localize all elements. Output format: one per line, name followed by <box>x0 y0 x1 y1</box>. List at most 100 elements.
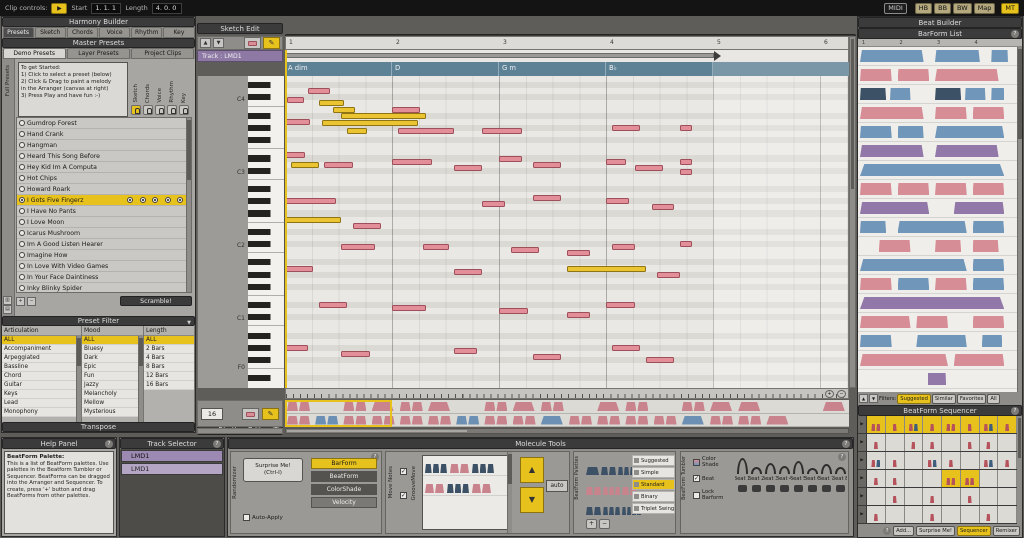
barform-row[interactable] <box>858 142 1022 161</box>
note[interactable] <box>657 272 680 278</box>
tab-voice[interactable]: Voice <box>99 27 130 38</box>
preset-radio[interactable] <box>19 131 25 137</box>
move-notes-checkbox[interactable]: ✓ <box>400 492 407 499</box>
sequencer-cell[interactable] <box>980 434 999 451</box>
note[interactable] <box>680 241 692 247</box>
sequencer-cell[interactable] <box>942 506 961 523</box>
groove-item[interactable] <box>423 456 511 476</box>
barform-shape[interactable] <box>860 297 1004 309</box>
preset-radio[interactable] <box>19 252 25 258</box>
beatform-group[interactable] <box>766 416 788 425</box>
barform-shape[interactable] <box>860 183 892 195</box>
note[interactable] <box>341 351 369 357</box>
barform-shape[interactable] <box>860 221 886 233</box>
preset-row[interactable]: Howard Roark <box>17 184 191 195</box>
beatform-group[interactable] <box>456 416 479 425</box>
beat-curve[interactable] <box>793 461 804 474</box>
lock-icon[interactable] <box>155 105 165 115</box>
beatform-group[interactable] <box>541 402 564 411</box>
sequencer-cell[interactable] <box>961 416 980 433</box>
barform-shape[interactable] <box>860 259 967 271</box>
note[interactable] <box>646 357 674 363</box>
sequencer-cell[interactable] <box>923 470 942 487</box>
preset-column-radio[interactable] <box>165 197 171 203</box>
preset-row[interactable]: I Gots Five Fingerz <box>17 195 191 206</box>
beat-curve[interactable] <box>835 467 846 474</box>
sequencer-cell[interactable] <box>961 434 980 451</box>
sequencer-cell[interactable] <box>980 470 999 487</box>
note[interactable] <box>567 250 590 256</box>
palette-suggested[interactable]: Suggested <box>632 455 675 466</box>
move-down-button[interactable]: ▼ <box>520 487 544 513</box>
barform-shape[interactable] <box>860 316 911 328</box>
zoom-in-icon[interactable]: + <box>825 390 834 398</box>
tab-rhythm[interactable]: Rhythm <box>131 27 162 38</box>
sequencer-cell[interactable] <box>886 452 905 469</box>
sequencer-cell[interactable] <box>942 416 961 433</box>
barform-row[interactable] <box>858 370 1022 389</box>
track-row[interactable]: LMD1 <box>121 463 223 475</box>
eraser-tool-button[interactable] <box>244 37 261 49</box>
loop-region-strip[interactable] <box>285 50 849 62</box>
note[interactable] <box>499 156 522 162</box>
note[interactable] <box>454 165 482 171</box>
lock-icon[interactable] <box>143 105 153 115</box>
filter-item[interactable]: 16 Bars <box>144 381 194 390</box>
barform-shape[interactable] <box>860 145 924 157</box>
sequencer-cell[interactable] <box>923 488 942 505</box>
barform-shape[interactable] <box>890 88 911 100</box>
note[interactable] <box>454 348 477 354</box>
sequencer-cell[interactable] <box>867 434 886 451</box>
preset-column-radio[interactable] <box>127 197 133 203</box>
sequencer-cell[interactable] <box>923 416 942 433</box>
preset-row[interactable]: In Your Face Daintiness <box>17 272 191 283</box>
sequencer-cell[interactable] <box>961 488 980 505</box>
filter-item[interactable]: Monophony <box>2 408 81 417</box>
note[interactable] <box>533 354 561 360</box>
beatform-group[interactable] <box>597 416 620 425</box>
barform-shape[interactable] <box>935 240 961 252</box>
beatform-group[interactable] <box>601 467 616 475</box>
add-preset-icon[interactable]: + <box>16 297 25 306</box>
help-icon[interactable]: ? <box>105 440 113 448</box>
beatform-group[interactable] <box>484 416 507 425</box>
barform-row[interactable] <box>858 199 1022 218</box>
beatform-group[interactable] <box>484 402 507 411</box>
lock-icon[interactable] <box>179 105 189 115</box>
tab-project-clips[interactable]: Project Clips <box>131 48 194 59</box>
preset-row[interactable]: Imagine How <box>17 250 191 261</box>
preset-radio[interactable] <box>19 120 25 126</box>
sequencer-cell[interactable] <box>998 452 1017 469</box>
preset-radio[interactable] <box>19 285 25 291</box>
button-remixer[interactable]: Remixer <box>993 526 1020 536</box>
bar-ruler[interactable]: 123456 <box>285 36 849 50</box>
groove-item[interactable] <box>423 476 511 496</box>
beatform-group[interactable] <box>541 416 563 425</box>
filter-item[interactable]: ALL <box>144 336 194 345</box>
barform-shape[interactable] <box>973 221 1005 233</box>
sequencer-cell[interactable] <box>998 506 1017 523</box>
note[interactable] <box>423 244 448 250</box>
note[interactable] <box>333 107 356 113</box>
beatform-group[interactable] <box>654 416 677 425</box>
barform-row[interactable] <box>858 85 1022 104</box>
filter-item[interactable]: Bluesy <box>82 345 143 354</box>
sequencer-cell[interactable] <box>923 452 942 469</box>
lock-icon[interactable] <box>167 105 177 115</box>
sequencer-cell[interactable] <box>923 506 942 523</box>
barform-shape[interactable] <box>860 50 924 62</box>
barform-shape[interactable] <box>991 50 1008 62</box>
barform-shape[interactable] <box>973 316 1005 328</box>
sequencer-play-icon[interactable]: ▶ <box>858 488 867 505</box>
filter-item[interactable]: Dark <box>82 354 143 363</box>
barform-shape[interactable] <box>860 107 924 119</box>
preset-filter-header[interactable]: Preset Filter ▼ <box>2 316 195 326</box>
lock-icon[interactable] <box>131 105 141 115</box>
note[interactable] <box>291 162 319 168</box>
loop-region[interactable] <box>286 53 714 58</box>
sequencer-cell[interactable] <box>886 434 905 451</box>
barform-shape[interactable] <box>860 164 1004 176</box>
preset-radio[interactable] <box>19 164 25 170</box>
barform-shape[interactable] <box>973 107 1005 119</box>
beatform-group[interactable] <box>569 416 592 425</box>
